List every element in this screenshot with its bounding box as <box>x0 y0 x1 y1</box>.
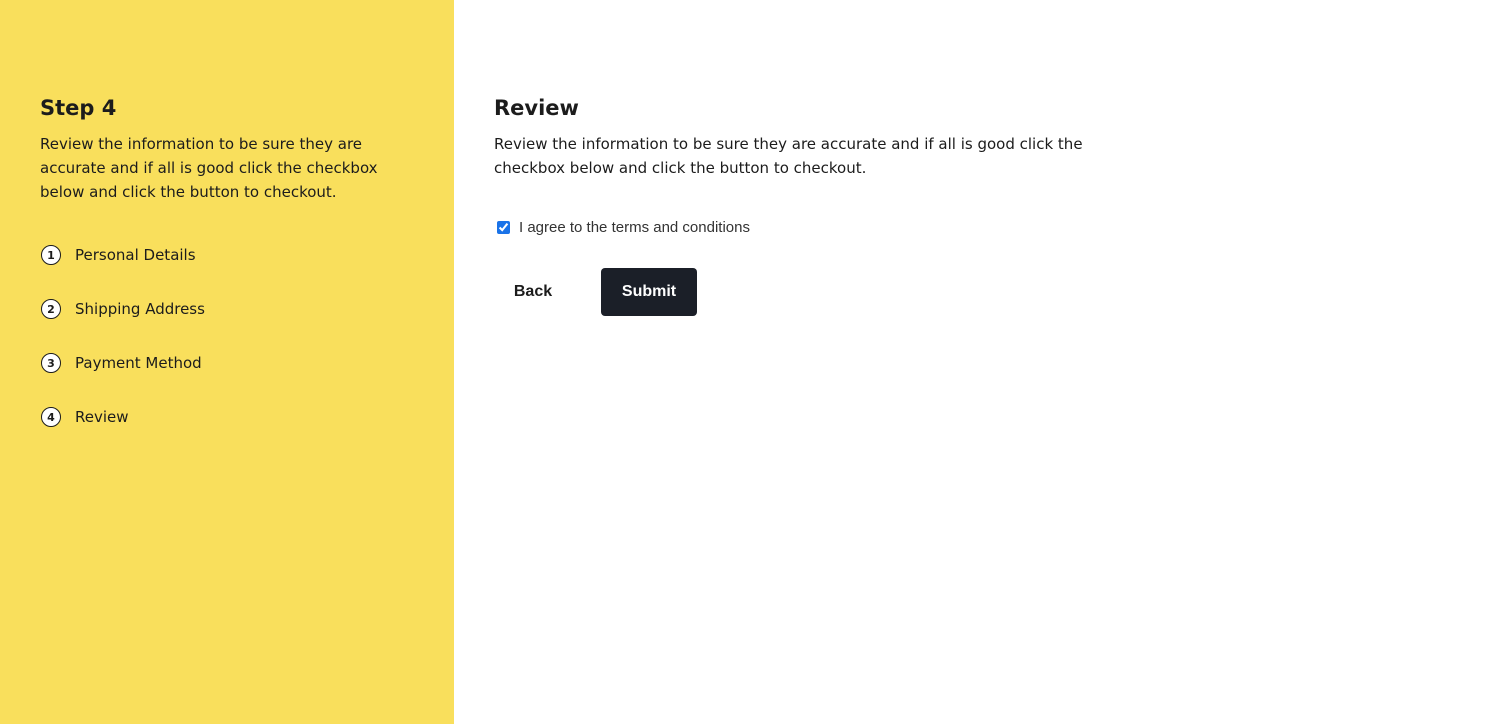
terms-checkbox[interactable] <box>497 221 510 234</box>
submit-button[interactable]: Submit <box>601 268 697 316</box>
step-item-shipping-address[interactable]: 2 Shipping Address <box>40 297 205 321</box>
sidebar-description: Review the information to be sure they a… <box>40 135 378 201</box>
step-item-personal-details[interactable]: 1 Personal Details <box>40 243 205 267</box>
terms-agreement[interactable]: I agree to the terms and conditions <box>497 219 750 236</box>
step-item-review[interactable]: 4 Review <box>40 405 205 429</box>
back-button[interactable]: Back <box>494 268 572 316</box>
step-label: Personal Details <box>75 246 196 264</box>
page-title: Review <box>494 96 579 120</box>
step-number-badge: 4 <box>41 407 61 427</box>
step-item-payment-method[interactable]: 3 Payment Method <box>40 351 205 375</box>
step-label: Review <box>75 408 129 426</box>
step-number-badge: 1 <box>41 245 61 265</box>
step-label: Payment Method <box>75 354 202 372</box>
main-panel: Review Review the information to be sure… <box>454 0 1510 724</box>
page-description: Review the information to be sure they a… <box>494 135 1083 177</box>
sidebar-step-title: Step 4 <box>40 96 117 120</box>
step-number-badge: 3 <box>41 353 61 373</box>
terms-label: I agree to the terms and conditions <box>519 219 750 236</box>
step-list: 1 Personal Details 2 Shipping Address 3 … <box>40 243 205 459</box>
step-label: Shipping Address <box>75 300 205 318</box>
step-number-badge: 2 <box>41 299 61 319</box>
sidebar: Step 4 Review the information to be sure… <box>0 0 454 724</box>
